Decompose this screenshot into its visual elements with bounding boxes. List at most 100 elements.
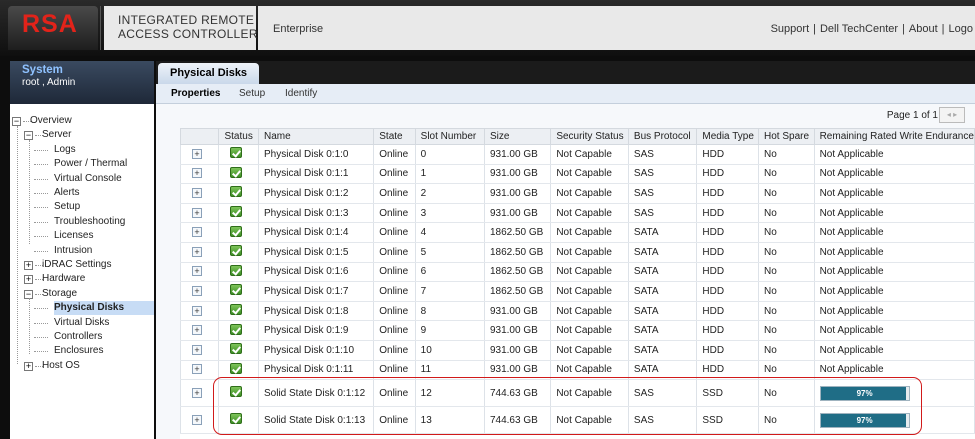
nav-item-power-thermal[interactable]: Power / Thermal xyxy=(54,157,127,171)
nav-item-logs[interactable]: Logs xyxy=(54,143,76,157)
expand-cell: + xyxy=(180,242,220,263)
cell-state: Online xyxy=(373,203,416,224)
column-header[interactable]: Security Status xyxy=(550,128,629,145)
nav-item-idrac-settings[interactable]: iDRAC Settings xyxy=(42,258,111,272)
status-cell xyxy=(218,222,259,243)
cell-size: 744.63 GB xyxy=(483,379,552,408)
cell-slot: 11 xyxy=(414,360,485,381)
table-row[interactable]: + Physical Disk 0:1:8 Online 8 931.00 GB Not … xyxy=(180,301,975,322)
nav-item-controllers[interactable]: Controllers xyxy=(54,330,102,344)
table-row[interactable]: + Solid State Disk 0:1:13 Online 13 744.63 G… xyxy=(180,406,975,435)
column-header[interactable]: Bus Protocol xyxy=(627,128,698,145)
table-row[interactable]: + Solid State Disk 0:1:12 Online 12 744.63 G… xyxy=(180,379,975,408)
cell-hotspare: No xyxy=(758,379,815,408)
plus-box-icon[interactable]: + xyxy=(192,285,202,296)
nav-item-overview[interactable]: Overview xyxy=(30,114,72,128)
plus-box-icon[interactable]: + xyxy=(192,364,202,375)
cell-hotspare: No xyxy=(758,164,815,185)
table-row[interactable]: + Physical Disk 0:1:5 Online 5 1862.50 GB Not… xyxy=(180,242,975,263)
column-header[interactable]: Slot Number xyxy=(414,128,485,145)
dell-techcenter-link[interactable]: Dell TechCenter xyxy=(820,23,898,35)
page-arrows-icon[interactable]: ◂ ▸ xyxy=(939,107,965,123)
table-row[interactable]: + Physical Disk 0:1:3 Online 3 931.00 GB Not … xyxy=(180,203,975,224)
plus-box-icon[interactable]: + xyxy=(192,305,202,316)
green-check-icon xyxy=(230,284,243,296)
nav-item-physical-disks[interactable]: Physical Disks xyxy=(54,301,154,316)
nav-item-host-os[interactable]: Host OS xyxy=(42,359,80,373)
product-title-line1: INTEGRATED REMOTE xyxy=(118,13,255,27)
tree-connector xyxy=(34,178,48,180)
table-row[interactable]: + Physical Disk 0:1:10 Online 10 931.00 GB No… xyxy=(180,340,975,361)
nav-item-virtual-disks[interactable]: Virtual Disks xyxy=(54,316,109,330)
table-row[interactable]: + Physical Disk 0:1:7 Online 7 1862.50 GB Not… xyxy=(180,281,975,302)
column-header[interactable]: Status xyxy=(218,128,259,145)
support-link[interactable]: Support xyxy=(771,23,810,35)
system-title[interactable]: System xyxy=(22,64,154,76)
main-panel: Physical Disks Properties Setup Identify… xyxy=(156,61,975,439)
cell-size: 931.00 GB xyxy=(483,360,552,381)
nav-item-setup[interactable]: Setup xyxy=(54,200,80,214)
cell-name: Physical Disk 0:1:7 xyxy=(257,281,375,302)
nav-item-intrusion[interactable]: Intrusion xyxy=(54,244,92,258)
table-row[interactable]: + Physical Disk 0:1:0 Online 0 931.00 GB Not … xyxy=(180,144,975,165)
plus-box-icon[interactable]: + xyxy=(192,344,202,355)
cell-slot: 7 xyxy=(414,281,485,302)
expand-cell: + xyxy=(180,320,220,341)
plus-box-icon[interactable]: + xyxy=(192,387,202,398)
nav-item-alerts[interactable]: Alerts xyxy=(54,186,80,200)
column-header[interactable]: Size xyxy=(483,128,552,145)
logout-link[interactable]: Logo xyxy=(949,23,973,35)
cell-hotspare: No xyxy=(758,222,815,243)
nav-item-storage[interactable]: Storage xyxy=(42,287,77,301)
cell-state: Online xyxy=(373,144,416,165)
cell-endurance: Not Applicable xyxy=(813,242,975,263)
cell-size: 1862.50 GB xyxy=(483,262,552,283)
subtab-setup[interactable]: Setup xyxy=(239,88,265,99)
column-header[interactable] xyxy=(180,128,220,145)
plus-box-icon[interactable]: + xyxy=(192,414,202,425)
green-check-icon xyxy=(230,147,243,159)
subtab-identify[interactable]: Identify xyxy=(285,88,317,99)
status-cell xyxy=(218,262,259,283)
plus-box-icon[interactable]: + xyxy=(192,266,202,277)
column-header[interactable]: Name xyxy=(257,128,375,145)
column-header[interactable]: Media Type xyxy=(696,128,759,145)
plus-box-icon[interactable]: + xyxy=(192,187,202,198)
nav-item-hardware[interactable]: Hardware xyxy=(42,272,85,286)
cell-size: 931.00 GB xyxy=(483,164,552,185)
tab-physical-disks[interactable]: Physical Disks xyxy=(158,63,260,84)
nav-item-server[interactable]: Server xyxy=(42,128,71,142)
column-header[interactable]: State xyxy=(373,128,416,145)
nav-item-virtual-console[interactable]: Virtual Console xyxy=(54,172,122,186)
table-row[interactable]: + Physical Disk 0:1:6 Online 6 1862.50 GB Not… xyxy=(180,262,975,283)
table-row[interactable]: + Physical Disk 0:1:11 Online 11 931.00 GB No… xyxy=(180,360,975,381)
nav-item-enclosures[interactable]: Enclosures xyxy=(54,344,103,358)
plus-box-icon[interactable]: + xyxy=(192,227,202,238)
table-row[interactable]: + Physical Disk 0:1:4 Online 4 1862.50 GB Not… xyxy=(180,222,975,243)
collapse-minus-icon[interactable]: − xyxy=(12,117,21,126)
plus-box-icon[interactable]: + xyxy=(192,325,202,336)
column-header[interactable]: Hot Spare xyxy=(758,128,815,145)
subtab-properties[interactable]: Properties xyxy=(171,88,220,99)
table-row[interactable]: + Physical Disk 0:1:2 Online 2 931.00 GB Not … xyxy=(180,183,975,204)
cell-bus: SATA xyxy=(627,301,698,322)
plus-box-icon[interactable]: + xyxy=(192,246,202,257)
table-row[interactable]: + Physical Disk 0:1:9 Online 9 931.00 GB Not … xyxy=(180,320,975,341)
nav-item-licenses[interactable]: Licenses xyxy=(54,229,93,243)
status-cell xyxy=(218,320,259,341)
about-link[interactable]: About xyxy=(909,23,938,35)
expand-plus-icon[interactable]: + xyxy=(24,361,33,371)
nav-item-troubleshooting[interactable]: Troubleshooting xyxy=(54,215,125,229)
expand-plus-icon[interactable]: + xyxy=(24,261,33,270)
plus-box-icon[interactable]: + xyxy=(192,207,202,218)
cell-media: HDD xyxy=(696,301,759,322)
plus-box-icon[interactable]: + xyxy=(192,148,202,159)
cell-name: Physical Disk 0:1:6 xyxy=(257,262,375,283)
column-header[interactable]: Remaining Rated Write Endurance xyxy=(813,128,975,145)
cell-size: 1862.50 GB xyxy=(483,242,552,263)
cell-slot: 10 xyxy=(414,340,485,361)
tree-connector xyxy=(34,193,48,194)
table-row[interactable]: + Physical Disk 0:1:1 Online 1 931.00 GB Not … xyxy=(180,164,975,185)
expand-plus-icon[interactable]: + xyxy=(24,275,33,285)
plus-box-icon[interactable]: + xyxy=(192,168,202,179)
